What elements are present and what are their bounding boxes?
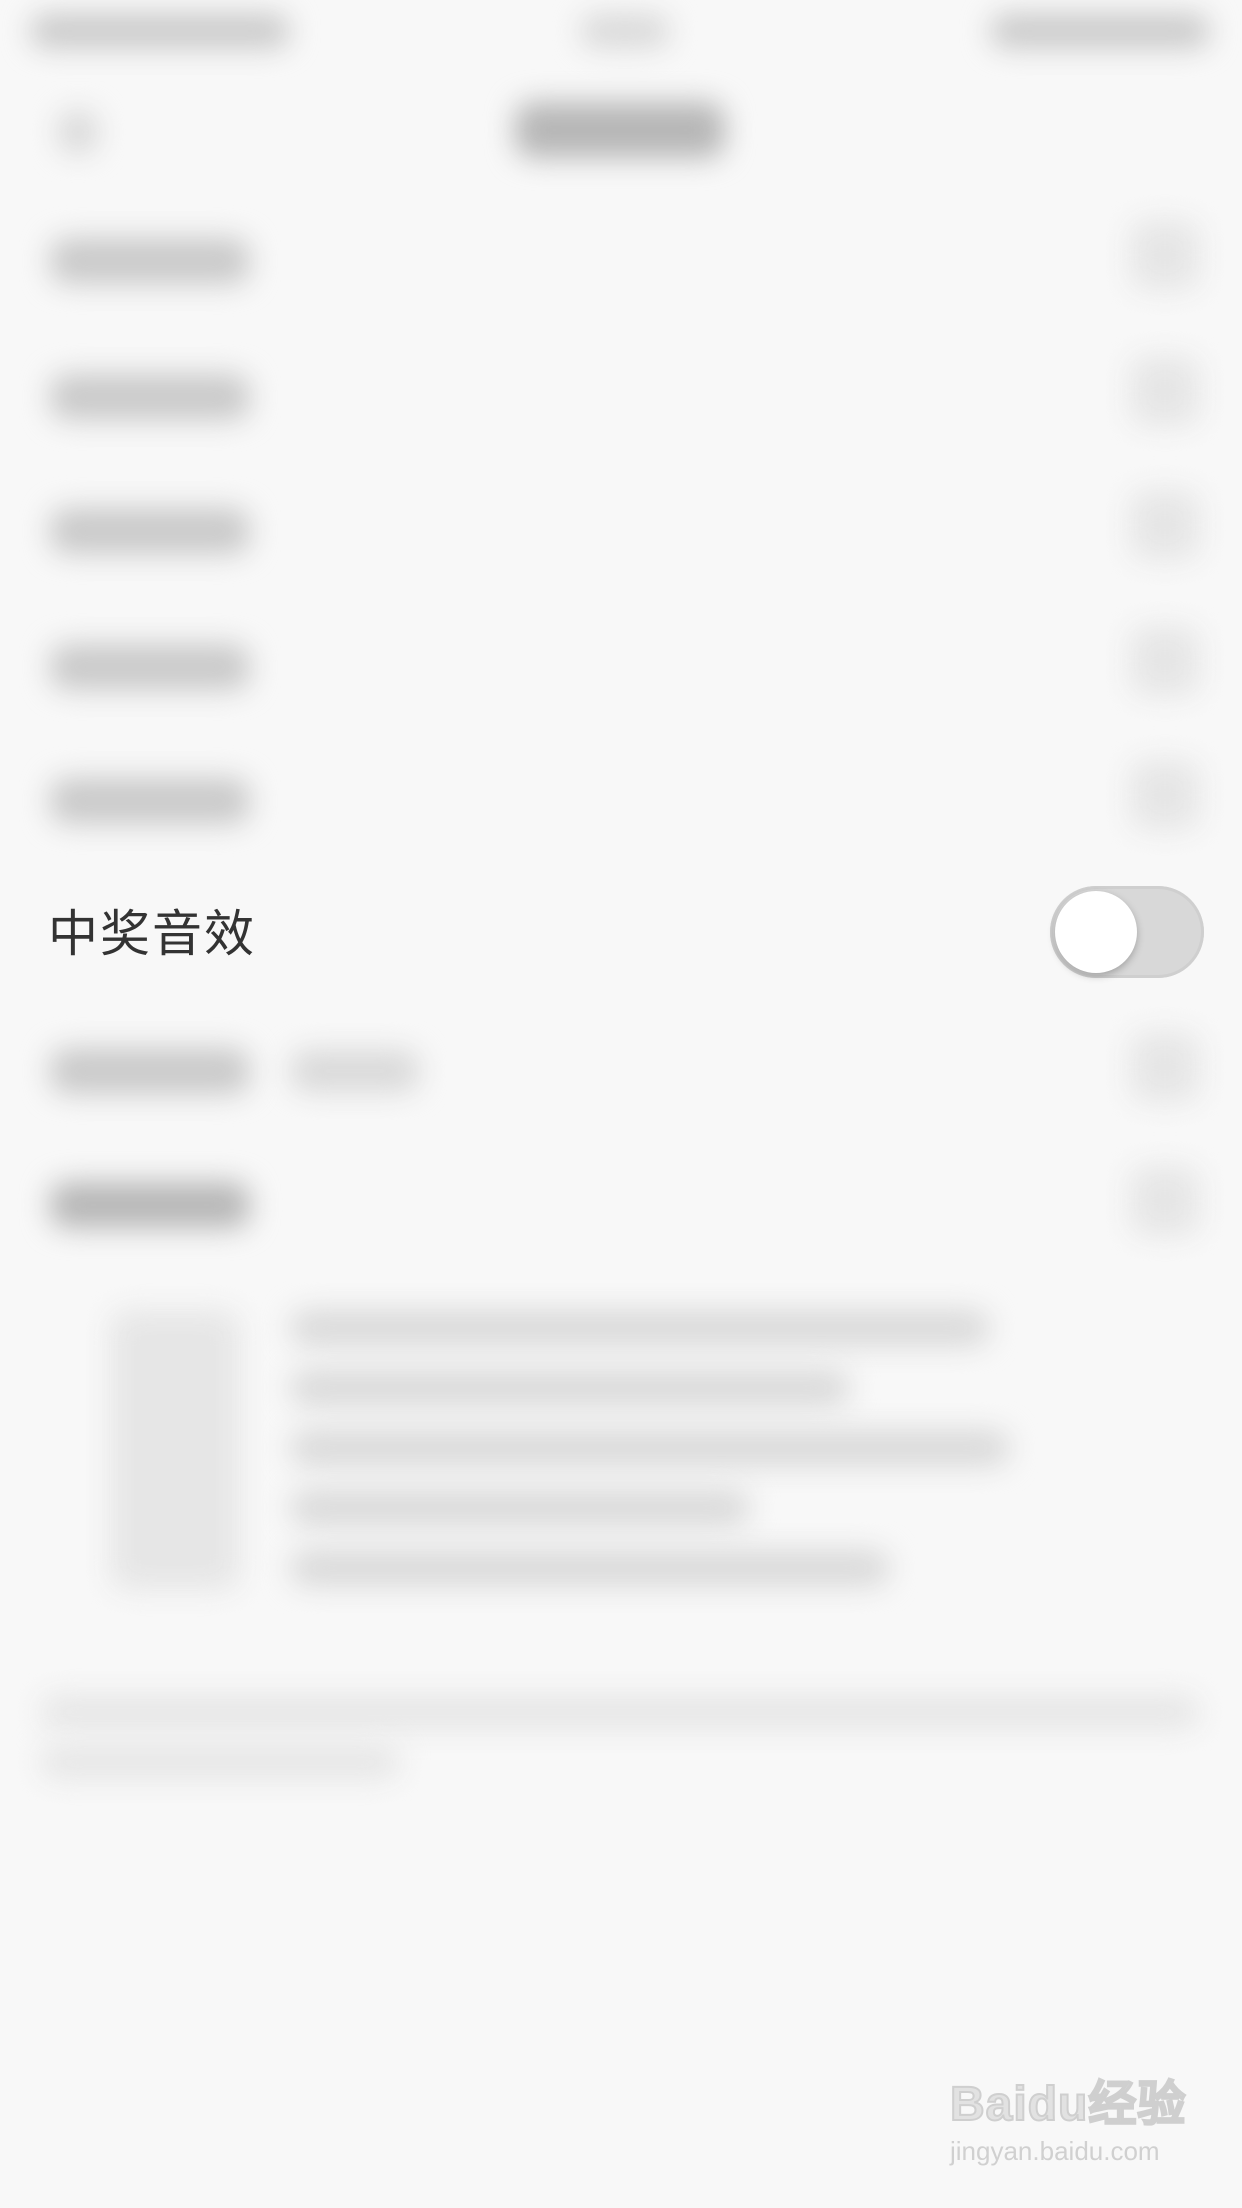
baidu-jingyan-watermark: Baidu经验 jingyan.baidu.com — [949, 2075, 1190, 2185]
footer-line-blurred — [40, 1745, 400, 1779]
watermark-url: jingyan.baidu.com — [950, 2136, 1160, 2166]
status-bar-blurred — [0, 0, 1242, 60]
row-control-blurred[interactable] — [1130, 490, 1200, 560]
setting-row-blurred[interactable] — [0, 460, 1242, 596]
setting-row-blurred[interactable] — [0, 326, 1242, 462]
settings-screen: 中奖音效 Baidu经验 jingyan.baidu.com — [0, 0, 1242, 2208]
row-label-blurred — [50, 1048, 250, 1094]
setting-row-blurred[interactable] — [0, 1002, 1242, 1138]
row-label-blurred — [50, 238, 250, 284]
setting-row-blurred[interactable] — [0, 730, 1242, 866]
row-control-blurred[interactable] — [1130, 220, 1200, 290]
row-label-blurred — [50, 508, 250, 554]
description-line-blurred — [290, 1370, 850, 1406]
toggle-knob — [1055, 891, 1137, 973]
row-label-blurred — [50, 1182, 250, 1228]
description-line-blurred — [290, 1490, 750, 1526]
description-line-blurred — [290, 1550, 890, 1586]
back-icon[interactable] — [58, 110, 98, 154]
setting-row-blurred[interactable] — [0, 1136, 1242, 1272]
footer-line-blurred — [40, 1695, 1200, 1729]
status-carrier-blurred — [30, 14, 290, 48]
status-time-blurred — [580, 14, 670, 48]
page-title-blurred — [515, 102, 725, 158]
row-label-blurred — [50, 374, 250, 420]
winning-sound-toggle[interactable] — [1050, 886, 1204, 978]
row-control-blurred[interactable] — [1130, 356, 1200, 426]
row-control-blurred[interactable] — [1130, 760, 1200, 830]
watermark-logo: Baidu经验 — [949, 2077, 1187, 2132]
row-control-blurred[interactable] — [1130, 1166, 1200, 1236]
setting-row-blurred[interactable] — [0, 190, 1242, 326]
row-sublabel-blurred — [290, 1050, 420, 1092]
description-line-blurred — [290, 1310, 990, 1346]
status-battery-blurred — [990, 14, 1210, 48]
row-label-blurred — [50, 644, 250, 690]
winning-sound-setting-row: 中奖音效 — [0, 866, 1242, 1002]
description-icon-blurred — [110, 1310, 240, 1590]
nav-bar-blurred — [0, 60, 1242, 200]
setting-row-blurred[interactable] — [0, 596, 1242, 732]
row-label-blurred — [50, 778, 250, 824]
winning-sound-label: 中奖音效 — [48, 905, 256, 963]
description-line-blurred — [290, 1430, 1010, 1466]
row-control-blurred[interactable] — [1130, 1032, 1200, 1102]
row-control-blurred[interactable] — [1130, 626, 1200, 696]
